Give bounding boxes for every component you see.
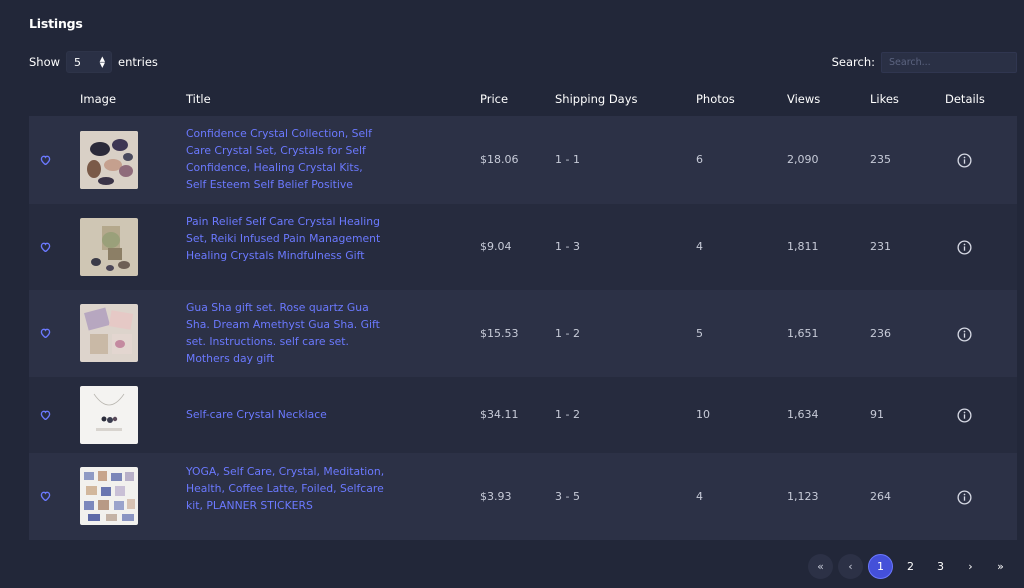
table-row: Pain Relief Self Care Crystal Healing Se… bbox=[29, 204, 1017, 290]
views-cell: 1,651 bbox=[787, 327, 819, 340]
listing-title-link[interactable]: Confidence Crystal Collection, Self Care… bbox=[186, 125, 386, 193]
search-label: Search: bbox=[831, 55, 875, 69]
info-icon[interactable] bbox=[956, 489, 972, 505]
price-cell: $15.53 bbox=[480, 327, 519, 340]
price-cell: $9.04 bbox=[480, 240, 512, 253]
table-row: Gua Sha gift set. Rose quartz Gua Sha. D… bbox=[29, 290, 1017, 377]
views-cell: 1,123 bbox=[787, 490, 819, 503]
show-label: Show bbox=[29, 55, 61, 69]
photos-cell: 4 bbox=[696, 240, 703, 253]
first-page-button[interactable]: « bbox=[808, 554, 833, 579]
info-icon[interactable] bbox=[956, 407, 972, 423]
shipping-days-cell: 1 - 2 bbox=[555, 327, 580, 340]
column-header-shipping-days[interactable]: Shipping Days bbox=[555, 92, 638, 106]
table-row: Confidence Crystal Collection, Self Care… bbox=[29, 116, 1017, 204]
table-row: Self-care Crystal Necklace $34.11 1 - 2 … bbox=[29, 377, 1017, 453]
table-row: YOGA, Self Care, Crystal, Meditation, He… bbox=[29, 453, 1017, 540]
shipping-days-cell: 3 - 5 bbox=[555, 490, 580, 503]
heart-icon[interactable] bbox=[39, 490, 51, 502]
listing-title-link[interactable]: Pain Relief Self Care Crystal Healing Se… bbox=[186, 213, 386, 264]
column-header-views[interactable]: Views bbox=[787, 92, 820, 106]
product-image[interactable] bbox=[80, 218, 138, 276]
entries-label: entries bbox=[118, 55, 158, 69]
heart-icon[interactable] bbox=[39, 409, 51, 421]
price-cell: $3.93 bbox=[480, 490, 512, 503]
heart-icon[interactable] bbox=[39, 154, 51, 166]
entries-select[interactable]: 5 ▲ ▼ bbox=[66, 51, 113, 73]
likes-cell: 264 bbox=[870, 490, 891, 503]
photos-cell: 10 bbox=[696, 408, 710, 421]
column-header-image[interactable]: Image bbox=[80, 92, 116, 106]
price-cell: $34.11 bbox=[480, 408, 519, 421]
page-title: Listings bbox=[29, 16, 83, 31]
column-header-photos[interactable]: Photos bbox=[696, 92, 735, 106]
photos-cell: 5 bbox=[696, 327, 703, 340]
pagination: « ‹ 1 2 3 › » bbox=[808, 554, 1013, 579]
updown-arrows-icon: ▲ ▼ bbox=[99, 55, 106, 69]
listing-title-link[interactable]: YOGA, Self Care, Crystal, Meditation, He… bbox=[186, 463, 386, 514]
heart-icon[interactable] bbox=[39, 241, 51, 253]
entries-select-value: 5 bbox=[74, 55, 82, 69]
product-image[interactable] bbox=[80, 131, 138, 189]
listing-title-link[interactable]: Gua Sha gift set. Rose quartz Gua Sha. D… bbox=[186, 299, 386, 367]
info-icon[interactable] bbox=[956, 326, 972, 342]
likes-cell: 236 bbox=[870, 327, 891, 340]
table-header: Image Title Price Shipping Days Photos V… bbox=[29, 84, 1017, 116]
column-header-title[interactable]: Title bbox=[186, 92, 211, 106]
page-button-2[interactable]: 2 bbox=[898, 554, 923, 579]
next-page-button[interactable]: › bbox=[958, 554, 983, 579]
length-control: Show 5 ▲ ▼ entries bbox=[29, 51, 158, 73]
column-header-likes[interactable]: Likes bbox=[870, 92, 899, 106]
likes-cell: 231 bbox=[870, 240, 891, 253]
product-image[interactable] bbox=[80, 386, 138, 444]
column-header-details[interactable]: Details bbox=[945, 92, 985, 106]
search-control: Search: bbox=[832, 51, 1017, 73]
prev-page-button[interactable]: ‹ bbox=[838, 554, 863, 579]
shipping-days-cell: 1 - 2 bbox=[555, 408, 580, 421]
photos-cell: 6 bbox=[696, 153, 703, 166]
product-image[interactable] bbox=[80, 467, 138, 525]
product-image[interactable] bbox=[80, 304, 138, 362]
heart-icon[interactable] bbox=[39, 327, 51, 339]
listings-table: Image Title Price Shipping Days Photos V… bbox=[29, 84, 1017, 540]
views-cell: 2,090 bbox=[787, 153, 819, 166]
info-icon[interactable] bbox=[956, 152, 972, 168]
shipping-days-cell: 1 - 1 bbox=[555, 153, 580, 166]
price-cell: $18.06 bbox=[480, 153, 519, 166]
last-page-button[interactable]: » bbox=[988, 554, 1013, 579]
listing-title-link[interactable]: Self-care Crystal Necklace bbox=[186, 406, 386, 423]
info-icon[interactable] bbox=[956, 239, 972, 255]
photos-cell: 4 bbox=[696, 490, 703, 503]
column-header-price[interactable]: Price bbox=[480, 92, 508, 106]
views-cell: 1,811 bbox=[787, 240, 819, 253]
search-input[interactable] bbox=[881, 51, 1017, 73]
shipping-days-cell: 1 - 3 bbox=[555, 240, 580, 253]
views-cell: 1,634 bbox=[787, 408, 819, 421]
likes-cell: 91 bbox=[870, 408, 884, 421]
likes-cell: 235 bbox=[870, 153, 891, 166]
page-button-1[interactable]: 1 bbox=[868, 554, 893, 579]
page-button-3[interactable]: 3 bbox=[928, 554, 953, 579]
